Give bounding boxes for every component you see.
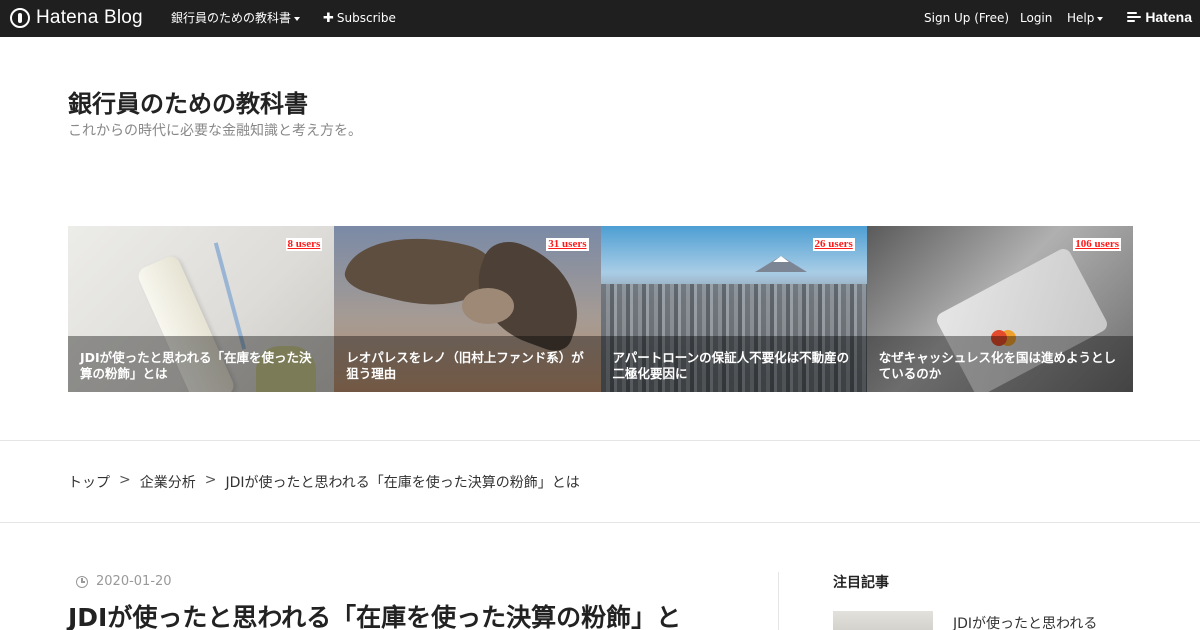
sidebar-item-link[interactable]: JDIが使ったと思われる	[953, 613, 1097, 630]
blog-menu-label: 銀行員のための教科書	[171, 11, 292, 25]
featured-card[interactable]: 106 users なぜキャッシュレス化を国は進めようとしているのか	[866, 226, 1133, 392]
article-date[interactable]: 2020-01-20	[76, 574, 172, 589]
breadcrumb-current: JDIが使ったと思われる「在庫を使った決算の粉飾」とは	[225, 475, 580, 491]
subscribe-button[interactable]: ✚ Subscribe	[323, 0, 396, 37]
divider	[0, 522, 1200, 523]
featured-card[interactable]: 8 users JDIが使ったと思われる「在庫を使った決算の粉飾」とは	[68, 226, 335, 392]
sidebar-item-thumbnail[interactable]	[833, 611, 933, 630]
breadcrumb-separator: >	[204, 472, 217, 488]
breadcrumb: トップ > 企業分析 > JDIが使ったと思われる「在庫を使った決算の粉飾」とは	[68, 472, 580, 492]
hatena-wind-icon	[1127, 11, 1142, 23]
breadcrumb-category-link[interactable]: 企業分析	[140, 472, 196, 492]
hatena-blog-logo[interactable]: Hatena Blog	[10, 6, 143, 30]
help-label: Help	[1067, 11, 1095, 25]
article-title[interactable]: JDIが使ったと思われる「在庫を使った決算の粉飾」と	[68, 598, 748, 630]
featured-articles: 8 users JDIが使ったと思われる「在庫を使った決算の粉飾」とは 31 u…	[68, 226, 1133, 392]
chevron-down-icon	[294, 16, 301, 21]
hatena-blog-logo-icon	[10, 8, 30, 28]
plus-icon: ✚	[323, 11, 334, 26]
hatena-brand-text: Hatena	[1145, 9, 1192, 25]
breadcrumb-home-link[interactable]: トップ	[68, 472, 110, 492]
bookmark-users-badge[interactable]: 26 users	[812, 238, 855, 251]
bookmark-users-badge[interactable]: 31 users	[546, 238, 589, 251]
hatena-blog-logo-text: Hatena Blog	[36, 7, 143, 28]
featured-card[interactable]: 31 users レオパレスをレノ（旧村上ファンド系）が狙う理由	[334, 226, 601, 392]
login-link[interactable]: Login	[1020, 0, 1052, 37]
featured-card-title: なぜキャッシュレス化を国は進めようとしているのか	[878, 350, 1117, 381]
bookmark-users-badge[interactable]: 8 users	[285, 238, 323, 251]
divider	[0, 440, 1200, 441]
featured-card[interactable]: 26 users アパートローンの保証人不要化は不動産の二極化要因に	[600, 226, 867, 392]
hatena-brand-logo[interactable]: Hatena	[1127, 9, 1192, 25]
blog-menu-dropdown[interactable]: 銀行員のための教科書	[171, 0, 301, 37]
blog-description: これからの時代に必要な金融知識と考え方を。	[68, 123, 362, 139]
help-dropdown[interactable]: Help	[1067, 0, 1104, 37]
signup-link[interactable]: Sign Up (Free)	[924, 0, 1009, 37]
bookmark-users-badge[interactable]: 106 users	[1073, 238, 1121, 251]
featured-card-title: アパートローンの保証人不要化は不動産の二極化要因に	[612, 350, 850, 381]
featured-card-title: レオパレスをレノ（旧村上ファンド系）が狙う理由	[346, 350, 584, 381]
clock-icon	[76, 575, 88, 588]
article-date-text: 2020-01-20	[96, 574, 172, 589]
global-header: Hatena Blog 銀行員のための教科書 ✚ Subscribe Sign U…	[0, 0, 1200, 37]
chevron-down-icon	[1097, 16, 1104, 21]
breadcrumb-separator: >	[119, 472, 131, 488]
column-divider	[778, 572, 779, 630]
blog-title[interactable]: 銀行員のための教科書	[68, 84, 308, 119]
sidebar-heading: 注目記事	[833, 575, 889, 591]
featured-card-title: JDIが使ったと思われる「在庫を使った決算の粉飾」とは	[80, 350, 312, 381]
subscribe-label: Subscribe	[336, 11, 396, 25]
